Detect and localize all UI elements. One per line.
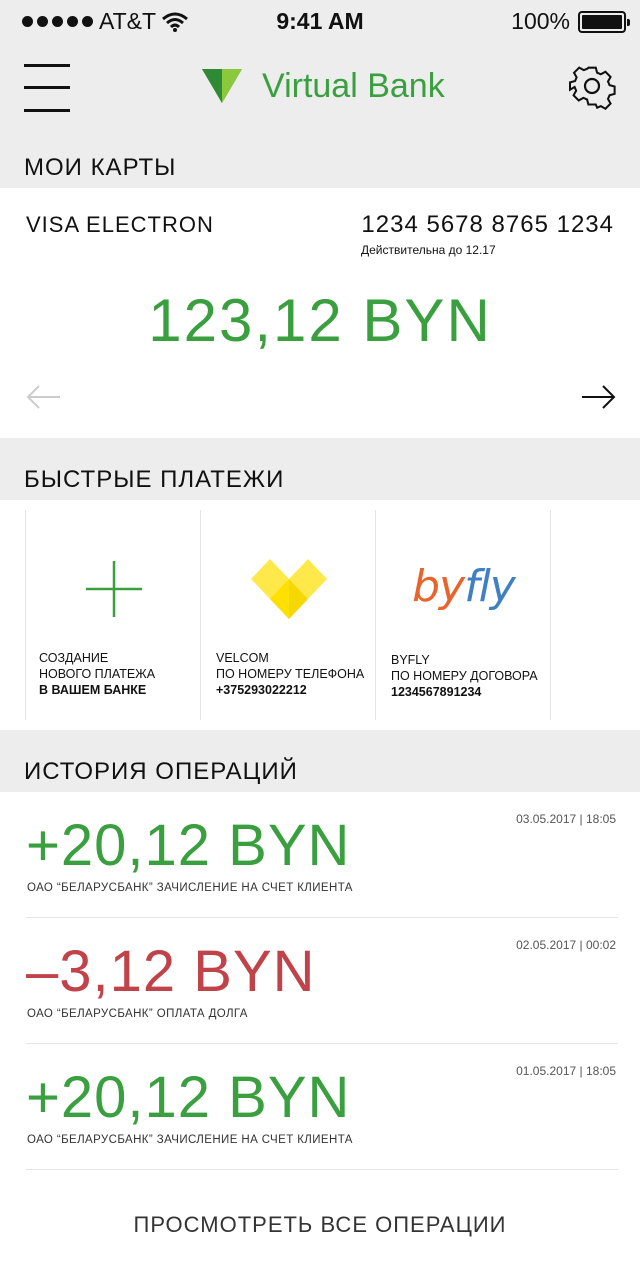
operation-amount: –3,12 BYN: [26, 939, 316, 1004]
byfly-logo-icon: byfly: [412, 560, 516, 612]
history-section-title: ИСТОРИЯ ОПЕРАЦИЙ: [24, 758, 298, 785]
app-name: Virtual Bank: [262, 66, 445, 105]
operation-amount: +20,12 BYN: [26, 813, 351, 878]
card-number: 1234 5678 8765 1234: [361, 211, 614, 238]
payment-tile-byfly[interactable]: byfly BYFLY ПО НОМЕРУ ДОГОВОРА 123456789…: [375, 510, 550, 720]
bank-card[interactable]: VISA ELECTRON 1234 5678 8765 1234 Действ…: [0, 188, 640, 438]
operation-item[interactable]: 01.05.2017 | 18:05 +20,12 BYN ОАО “БЕЛАР…: [26, 1044, 618, 1170]
card-validity: Действительна до 12.17: [361, 243, 496, 257]
battery-indicator: 100%: [511, 8, 630, 35]
arrow-right-icon[interactable]: [580, 384, 616, 410]
app-logo: Virtual Bank: [202, 66, 445, 106]
payments-section-header: БЫСТРЫЕ ПЛАТЕЖИ: [0, 438, 640, 500]
operation-date: 01.05.2017 | 18:05: [516, 1064, 616, 1078]
payment-label-2: НОВОГО ПЛАТЕЖА: [39, 667, 156, 681]
payments-section-title: БЫСТРЫЕ ПЛАТЕЖИ: [24, 466, 285, 493]
operation-date: 03.05.2017 | 18:05: [516, 812, 616, 826]
battery-icon: [578, 10, 630, 33]
view-all-operations-button[interactable]: ПРОСМОТРЕТЬ ВСЕ ОПЕРАЦИИ: [0, 1212, 640, 1238]
operation-date: 02.05.2017 | 00:02: [516, 938, 616, 952]
card-balance: 123,12 BYN: [148, 287, 492, 354]
velcom-logo-icon: [250, 559, 327, 619]
payment-tile-new[interactable]: СОЗДАНИЕ НОВОГО ПЛАТЕЖА В ВАШЕМ БАНКЕ: [25, 510, 200, 720]
payment-label-2: ПО НОМЕРУ ТЕЛЕФОНА: [216, 667, 365, 681]
status-bar: AT&T 9:41 AM 100%: [0, 0, 640, 40]
quick-payments-list: СОЗДАНИЕ НОВОГО ПЛАТЕЖА В ВАШЕМ БАНКЕ VE…: [0, 500, 640, 730]
payment-label-1: СОЗДАНИЕ: [39, 651, 109, 665]
card-type: VISA ELECTRON: [26, 212, 214, 237]
arrow-left-icon[interactable]: [26, 384, 62, 410]
payment-label-3: +375293022212: [216, 683, 307, 697]
operations-history: 03.05.2017 | 18:05 +20,12 BYN ОАО “БЕЛАР…: [0, 792, 640, 1288]
operation-description: ОАО “БЕЛАРУСБАНК” ЗАЧИСЛЕНИЕ НА СЧЕТ КЛИ…: [27, 882, 353, 894]
payment-label-1: VELCOM: [216, 651, 269, 665]
cards-section-header: МОИ КАРТЫ: [0, 148, 640, 188]
payment-tile-empty: [550, 510, 640, 720]
payment-label-2: ПО НОМЕРУ ДОГОВОРА: [391, 669, 538, 683]
settings-gear-icon[interactable]: [568, 64, 616, 112]
operation-description: ОАО “БЕЛАРУСБАНК” ОПЛАТА ДОЛГА: [27, 1008, 248, 1020]
cards-section-title: МОИ КАРТЫ: [24, 154, 177, 181]
history-section-header: ИСТОРИЯ ОПЕРАЦИЙ: [0, 730, 640, 792]
operation-item[interactable]: 02.05.2017 | 00:02 –3,12 BYN ОАО “БЕЛАРУ…: [26, 918, 618, 1044]
payment-label-3: 1234567891234: [391, 685, 482, 699]
logo-mark-icon: [202, 69, 242, 103]
payment-label-1: BYFLY: [391, 653, 430, 667]
payment-label-3: В ВАШЕМ БАНКЕ: [39, 683, 147, 697]
operation-item[interactable]: 03.05.2017 | 18:05 +20,12 BYN ОАО “БЕЛАР…: [26, 792, 618, 918]
plus-icon: [85, 561, 142, 617]
app-header: Virtual Bank: [0, 40, 640, 148]
battery-percent: 100%: [511, 8, 570, 34]
menu-button[interactable]: [24, 64, 70, 112]
operation-description: ОАО “БЕЛАРУСБАНК” ЗАЧИСЛЕНИЕ НА СЧЕТ КЛИ…: [27, 1134, 353, 1146]
payment-tile-velcom[interactable]: VELCOM ПО НОМЕРУ ТЕЛЕФОНА +375293022212: [200, 510, 375, 720]
operation-amount: +20,12 BYN: [26, 1065, 351, 1130]
